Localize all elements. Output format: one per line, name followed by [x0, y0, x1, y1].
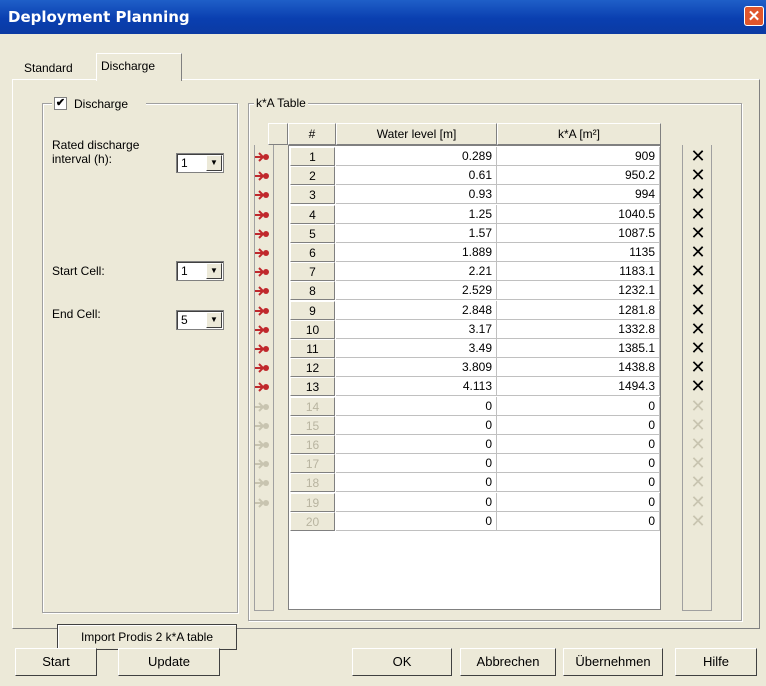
ka-cell[interactable]: 1183.1 [497, 262, 660, 281]
row-number[interactable]: 18 [290, 473, 335, 492]
ka-cell[interactable]: 0 [497, 435, 660, 454]
water-level-cell[interactable]: 1.25 [336, 205, 497, 224]
row-number[interactable]: 10 [290, 320, 335, 339]
window-title: Deployment Planning [8, 8, 190, 26]
water-level-cell[interactable]: 4.113 [336, 377, 497, 396]
rated-interval-value: 1 [181, 156, 188, 170]
row-number[interactable]: 15 [290, 416, 335, 435]
ka-cell[interactable]: 909 [497, 147, 660, 166]
ka-cell[interactable]: 1494.3 [497, 377, 660, 396]
ka-cell[interactable]: 0 [497, 512, 660, 531]
row-number[interactable]: 11 [290, 339, 335, 358]
row-number[interactable]: 14 [290, 397, 335, 416]
ka-cell[interactable]: 1232.1 [497, 281, 660, 300]
water-level-cell[interactable]: 0 [336, 493, 497, 512]
ka-cell[interactable]: 1040.5 [497, 205, 660, 224]
rated-interval-label-line1: Rated discharge [52, 138, 140, 152]
tab-discharge-label: Discharge [101, 59, 156, 73]
import-prodis-button[interactable]: Import Prodis 2 k*A table [57, 624, 237, 650]
ok-button[interactable]: OK [352, 648, 452, 676]
ka-cell[interactable]: 0 [497, 473, 660, 492]
water-level-cell[interactable]: 2.848 [336, 301, 497, 320]
chevron-down-icon[interactable]: ▼ [206, 263, 222, 279]
chevron-down-icon[interactable]: ▼ [206, 155, 222, 171]
ka-cell[interactable]: 1438.8 [497, 358, 660, 377]
water-level-cell[interactable]: 0 [336, 435, 497, 454]
discharge-legend: ✔ Discharge [52, 96, 146, 112]
ka-cell[interactable]: 0 [497, 397, 660, 416]
start-cell-label: Start Cell: [52, 264, 105, 278]
col-header-ka[interactable]: k*A [m²] [497, 123, 661, 145]
row-number[interactable]: 19 [290, 493, 335, 512]
row-number[interactable]: 16 [290, 435, 335, 454]
ka-cell[interactable]: 0 [497, 454, 660, 473]
row-number[interactable]: 4 [290, 205, 335, 224]
row-number[interactable]: 9 [290, 301, 335, 320]
col-header-num[interactable]: # [288, 123, 336, 145]
discharge-checkbox[interactable]: ✔ [54, 97, 67, 110]
col-header-water-level[interactable]: Water level [m] [336, 123, 497, 145]
row-number[interactable]: 13 [290, 377, 335, 396]
row-number[interactable]: 3 [290, 185, 335, 204]
insert-column-frame [254, 145, 274, 611]
row-number[interactable]: 1 [290, 147, 335, 166]
start-cell-select[interactable]: 1 ▼ [176, 261, 224, 281]
water-level-cell[interactable]: 0.93 [336, 185, 497, 204]
delete-column-frame [682, 145, 712, 611]
help-button[interactable]: Hilfe [675, 648, 757, 676]
ka-table-legend: k*A Table [254, 96, 308, 110]
ka-cell[interactable]: 1135 [497, 243, 660, 262]
ka-cell[interactable]: 994 [497, 185, 660, 204]
water-level-cell[interactable]: 0.61 [336, 166, 497, 185]
start-button[interactable]: Start [15, 648, 97, 676]
water-level-cell[interactable]: 0 [336, 473, 497, 492]
end-cell-label: End Cell: [52, 307, 101, 321]
water-level-cell[interactable]: 2.21 [336, 262, 497, 281]
water-level-cell[interactable]: 1.57 [336, 224, 497, 243]
end-cell-value: 5 [181, 313, 188, 327]
close-icon[interactable]: ✕ [744, 6, 764, 26]
row-number[interactable]: 6 [290, 243, 335, 262]
chevron-down-icon[interactable]: ▼ [206, 312, 222, 328]
row-number[interactable]: 8 [290, 281, 335, 300]
water-level-cell[interactable]: 0 [336, 512, 497, 531]
apply-button[interactable]: Übernehmen [563, 648, 663, 676]
rated-interval-select[interactable]: 1 ▼ [176, 153, 224, 173]
water-level-cell[interactable]: 0 [336, 454, 497, 473]
title-bar: Deployment Planning ✕ [0, 0, 766, 34]
discharge-group [42, 103, 238, 613]
ka-cell[interactable]: 0 [497, 416, 660, 435]
water-level-cell[interactable]: 1.889 [336, 243, 497, 262]
ka-cell[interactable]: 1281.8 [497, 301, 660, 320]
ka-cell[interactable]: 1332.8 [497, 320, 660, 339]
water-level-cell[interactable]: 0.289 [336, 147, 497, 166]
update-button[interactable]: Update [118, 648, 220, 676]
row-number[interactable]: 2 [290, 166, 335, 185]
tab-standard[interactable]: Standard [20, 57, 77, 79]
end-cell-select[interactable]: 5 ▼ [176, 310, 224, 330]
row-number[interactable]: 12 [290, 358, 335, 377]
ka-cell[interactable]: 950.2 [497, 166, 660, 185]
water-level-cell[interactable]: 3.809 [336, 358, 497, 377]
water-level-cell[interactable]: 3.17 [336, 320, 497, 339]
ka-cell[interactable]: 1385.1 [497, 339, 660, 358]
start-cell-value: 1 [181, 264, 188, 278]
ka-cell[interactable]: 0 [497, 493, 660, 512]
water-level-cell[interactable]: 0 [336, 416, 497, 435]
water-level-cell[interactable]: 2.529 [336, 281, 497, 300]
row-number[interactable]: 7 [290, 262, 335, 281]
rated-interval-label-line2: interval (h): [52, 152, 113, 166]
row-number[interactable]: 20 [290, 512, 335, 531]
discharge-checkbox-label: Discharge [74, 97, 129, 111]
row-number[interactable]: 17 [290, 454, 335, 473]
ka-cell[interactable]: 1087.5 [497, 224, 660, 243]
tab-discharge[interactable]: Discharge [96, 53, 182, 81]
grid-corner [268, 123, 288, 145]
water-level-cell[interactable]: 0 [336, 397, 497, 416]
cancel-button[interactable]: Abbrechen [460, 648, 556, 676]
row-number[interactable]: 5 [290, 224, 335, 243]
water-level-cell[interactable]: 3.49 [336, 339, 497, 358]
